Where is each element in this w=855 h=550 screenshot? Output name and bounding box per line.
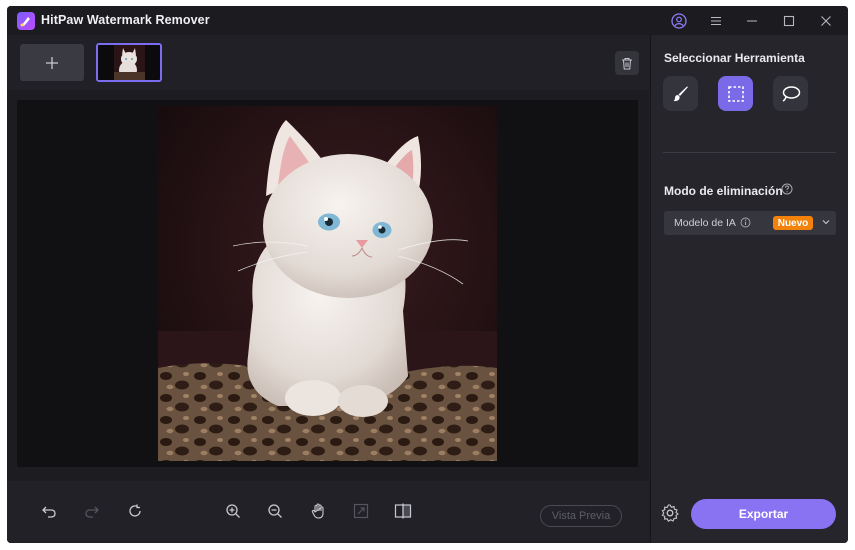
zoom-out-icon[interactable] [264,500,286,522]
redo-icon[interactable] [81,500,103,522]
new-badge: Nuevo [773,216,813,230]
right-panel: Seleccionar Herramienta Modo de eliminac… [650,35,848,543]
preview-button[interactable]: Vista Previa [540,505,622,527]
lasso-tool-button[interactable] [773,76,808,111]
minimize-icon[interactable] [742,11,762,31]
image-thumbnail[interactable] [96,43,162,82]
rectangle-select-icon [727,85,744,102]
brush-tool-button[interactable] [663,76,698,111]
app-window: HitPaw Watermark Remover Vista Previa Se… [7,6,848,543]
app-title: HitPaw Watermark Remover [41,13,210,27]
info-icon[interactable] [740,217,751,228]
close-icon[interactable] [816,11,836,31]
image-canvas[interactable] [17,100,638,467]
undo-icon[interactable] [38,500,60,522]
tool-heading: Seleccionar Herramienta [664,51,805,65]
maximize-icon[interactable] [779,11,799,31]
menu-icon[interactable] [706,11,726,31]
divider [663,152,836,153]
title-bar: HitPaw Watermark Remover [7,6,848,35]
add-image-button[interactable] [20,44,84,81]
lasso-icon [782,85,800,102]
hand-icon[interactable] [307,500,329,522]
trash-icon [622,57,632,69]
brush-icon [673,86,688,101]
compare-icon[interactable] [392,500,414,522]
plus-icon [46,56,58,69]
delete-button[interactable] [615,51,639,75]
bottom-toolbar: Vista Previa [7,481,649,543]
workspace: Vista Previa [7,35,649,543]
removal-mode-heading: Modo de eliminación [664,184,783,198]
export-button[interactable]: Exportar [691,499,836,529]
chevron-down-icon [822,220,830,225]
account-icon[interactable] [669,11,689,31]
help-icon[interactable] [781,183,793,195]
model-select[interactable]: Modelo de IA Nuevo [664,211,836,235]
rectangle-select-tool-button[interactable] [718,76,753,111]
model-select-value: Modelo de IA [674,217,736,229]
cat-photo [158,106,497,461]
thumbnail-bar [7,35,649,90]
zoom-in-icon[interactable] [222,500,244,522]
reset-icon[interactable] [124,500,146,522]
app-logo-icon [17,12,35,30]
fit-screen-icon[interactable] [350,500,372,522]
gear-icon[interactable] [660,503,680,523]
